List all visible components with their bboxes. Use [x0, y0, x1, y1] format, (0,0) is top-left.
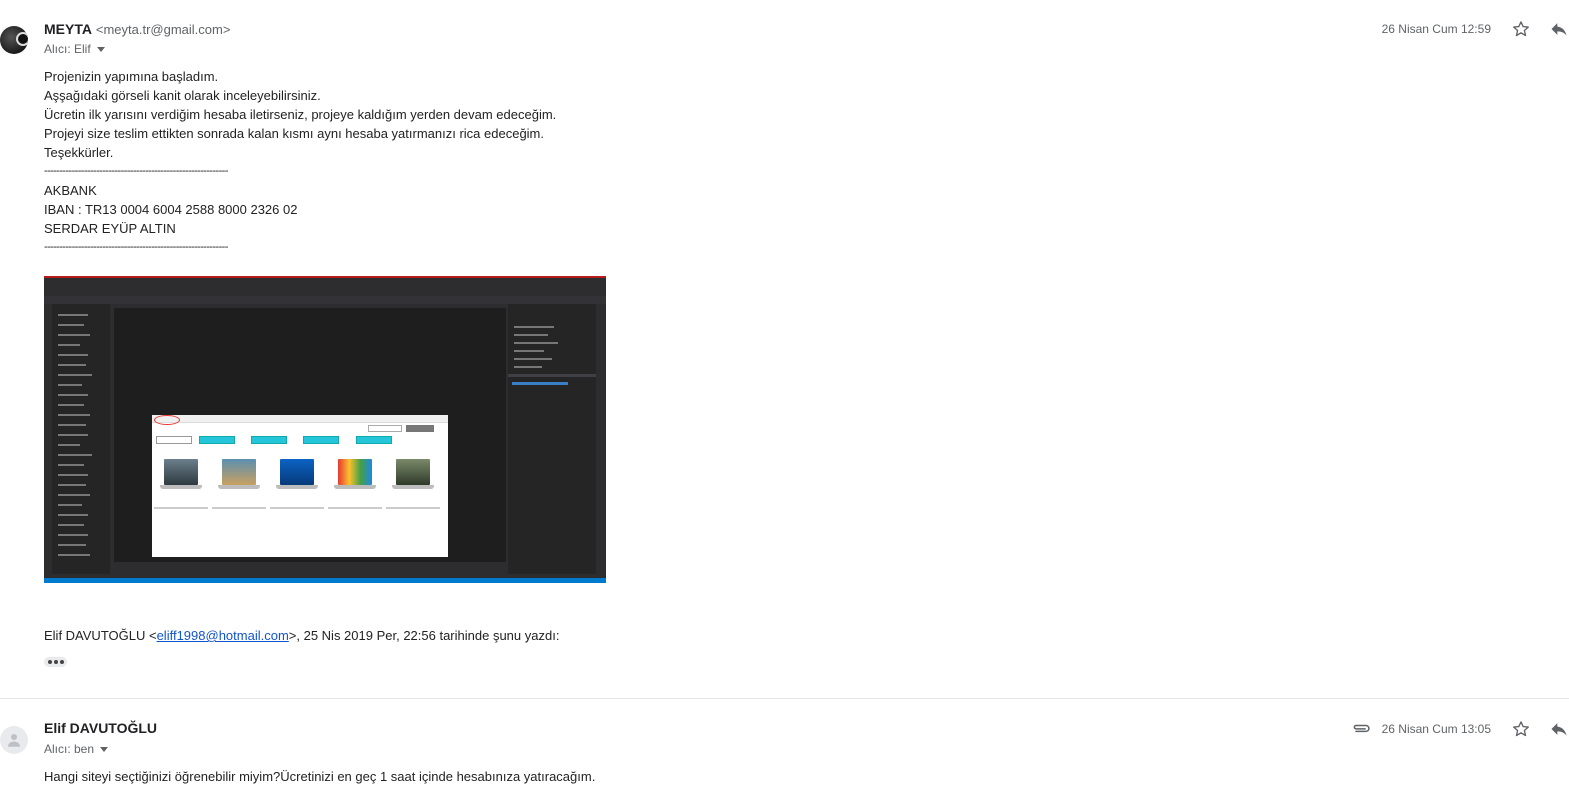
message-date: 26 Nisan Cum 12:59: [1381, 22, 1491, 36]
message-body: Hangi siteyi seçtiğinizi öğrenebilir miy…: [44, 769, 596, 784]
vs-bottom-bar: [114, 562, 506, 574]
body-line: Aşşağıdaki görseli kanit olarak inceleye…: [44, 88, 321, 103]
message-body: Projenizin yapımına başladım. Aşşağıdaki…: [44, 67, 556, 257]
chevron-down-icon: [96, 47, 105, 53]
body-line: ----------------------------------------…: [44, 241, 228, 253]
email-message-1: MEYTA <meyta.tr@gmail.com> Alıcı: Elif 2…: [0, 0, 1569, 698]
recipient-dropdown[interactable]: Alıcı: ben: [44, 742, 109, 756]
body-line: Ücretin ilk yarısını verdiğim hesaba ile…: [44, 107, 557, 122]
body-line: Projeyi size teslim ettikten sonrada kal…: [44, 126, 544, 141]
message-date: 26 Nisan Cum 13:05: [1381, 722, 1491, 736]
email-message-2: Elif DAVUTOĞLU Alıcı: ben 26 Nisan Cum 1…: [0, 699, 1569, 807]
vs-status-bar: [44, 578, 606, 583]
vs-toolbox-panel: [52, 304, 110, 574]
star-icon[interactable]: [1511, 719, 1531, 739]
quote-suffix: >, 25 Nis 2019 Per, 22:56 tarihinde şunu…: [288, 628, 560, 643]
quote-email-link[interactable]: eliff1998@hotmail.com: [157, 628, 289, 643]
vs-toolbar: [44, 296, 606, 304]
quoted-header: Elif DAVUTOĞLU <eliff1998@hotmail.com>, …: [44, 628, 559, 643]
body-line: Teşekkürler.: [44, 145, 114, 160]
paperclip-icon: [1353, 724, 1370, 733]
avatar-ring: [16, 32, 28, 46]
sender-avatar[interactable]: [0, 26, 28, 54]
show-trimmed-content-button[interactable]: [44, 657, 67, 667]
chevron-down-icon: [100, 747, 109, 753]
inline-screenshot-image[interactable]: [44, 276, 606, 583]
recipient-dropdown[interactable]: Alıcı: Elif: [44, 42, 105, 56]
vs-title-bar: [44, 278, 606, 288]
body-line: SERDAR EYÜP ALTIN: [44, 221, 176, 236]
star-icon[interactable]: [1511, 19, 1531, 39]
body-line: Projenizin yapımına başladım.: [44, 69, 219, 84]
quote-prefix: Elif DAVUTOĞLU <: [44, 628, 157, 643]
recipient-label: Alıcı: Elif: [44, 42, 91, 56]
sender-email: <meyta.tr@gmail.com>: [95, 22, 231, 37]
wpf-window-preview: [152, 415, 448, 557]
sender-line: MEYTA <meyta.tr@gmail.com>: [44, 21, 230, 37]
body-line: IBAN : TR13 0004 6004 2588 8000 2326 02: [44, 202, 298, 217]
recipient-label: Alıcı: ben: [44, 742, 95, 756]
sender-line: Elif DAVUTOĞLU: [44, 720, 157, 736]
ellipsis-icon: [48, 660, 52, 664]
body-line: AKBANK: [44, 183, 97, 198]
vs-solution-explorer: [508, 304, 596, 574]
sender-avatar[interactable]: [0, 726, 28, 754]
reply-icon[interactable]: [1549, 19, 1569, 39]
reply-icon[interactable]: [1549, 719, 1569, 739]
vs-menu-bar: [44, 288, 606, 296]
sender-name[interactable]: MEYTA: [44, 21, 92, 37]
sender-name[interactable]: Elif DAVUTOĞLU: [44, 720, 157, 736]
body-line: ----------------------------------------…: [44, 165, 228, 177]
person-icon: [8, 734, 20, 747]
